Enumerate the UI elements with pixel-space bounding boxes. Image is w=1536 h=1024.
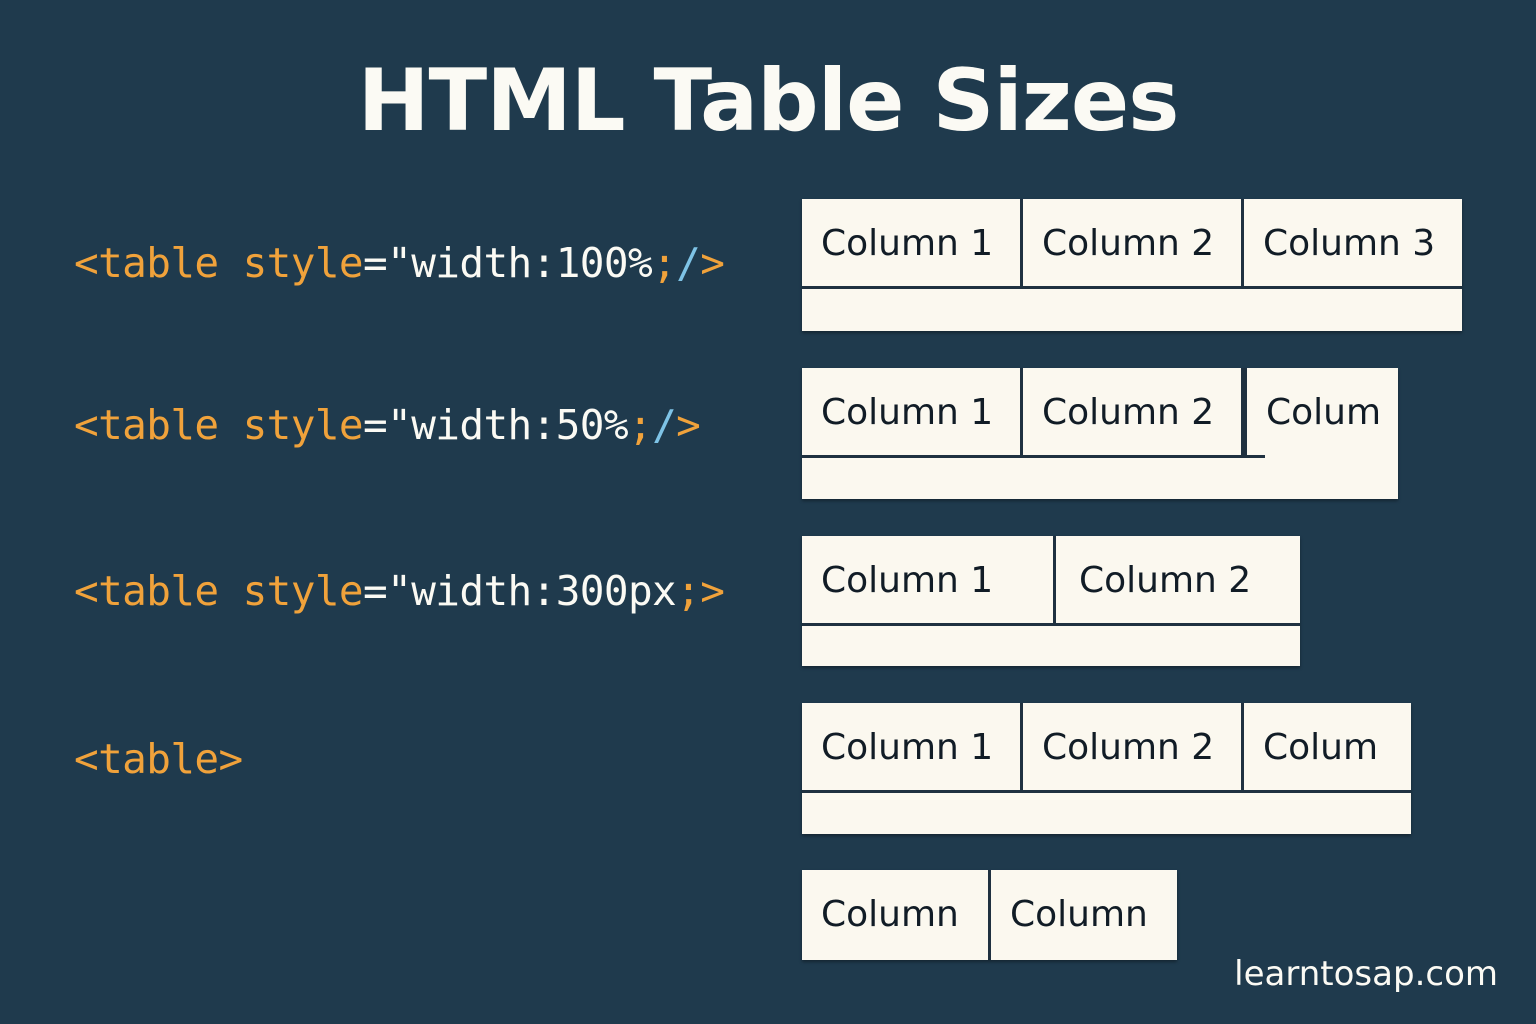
table-header-row: Column 1 Column 2 (802, 536, 1300, 626)
code-close-bracket: > (700, 239, 725, 287)
code-open-tag: <table (74, 567, 219, 615)
table-width-50: Column 1 Column 2 Colum (802, 368, 1398, 499)
header-cell: Column 2 (1023, 368, 1244, 455)
code-close-bracket: > (700, 567, 725, 615)
code-line-width-300px: <table style="width:300px;> (74, 566, 725, 616)
code-line-width-50: <table style="width:50%;/> (74, 400, 701, 450)
code-equals: = (363, 401, 388, 449)
header-cell: Colum (1244, 368, 1398, 458)
code-attr: style (218, 567, 364, 615)
code-line-width-100: <table style="width:100%;/> (74, 238, 725, 288)
header-cell: Column 2 (1023, 199, 1244, 286)
code-equals: = (363, 239, 388, 287)
table-header-row: Column 1 Column 2 Colum (802, 703, 1411, 793)
header-cell: Column 2 (1079, 560, 1252, 601)
code-value: "width:100% (387, 239, 653, 287)
code-attr: style (218, 239, 364, 287)
table-default: Column 1 Column 2 Colum (802, 703, 1411, 834)
header-cell: Column 1 (802, 703, 1023, 790)
code-semicolon: ; (676, 567, 701, 615)
code-value: "width:300px (387, 567, 677, 615)
table-header-row: Column 1 Column 2 (802, 368, 1265, 458)
code-slash: / (676, 239, 701, 287)
code-semicolon: ; (652, 239, 677, 287)
code-equals: = (363, 567, 388, 615)
header-cell: Column 1 (802, 368, 1023, 455)
table-compact: Column Column (802, 870, 1177, 960)
header-cell: Column (802, 870, 991, 960)
code-line-plain-table: <table> (74, 734, 243, 784)
header-cell: Colum (1263, 727, 1379, 768)
code-attr: style (218, 401, 364, 449)
code-value: "width:50% (387, 401, 628, 449)
table-header-row: Column Column (802, 870, 1177, 960)
header-cell: Column (1010, 894, 1148, 935)
code-open-tag: <table (74, 735, 219, 783)
code-open-tag: <table (74, 401, 219, 449)
header-cell: Column 3 (1263, 223, 1436, 264)
header-cell: Column 1 (802, 536, 1056, 623)
table-header-row: Column 1 Column 2 Column 3 (802, 199, 1462, 289)
header-cell: Column 2 (1023, 703, 1244, 790)
code-semicolon: ; (627, 401, 653, 449)
code-close-bracket: > (676, 401, 701, 449)
header-cell: Column 1 (802, 199, 1023, 286)
code-slash: / (652, 401, 677, 449)
table-width-300px: Column 1 Column 2 (802, 536, 1300, 666)
table-width-100: Column 1 Column 2 Column 3 (802, 199, 1462, 331)
code-close-bracket: > (218, 735, 244, 783)
page-title: HTML Table Sizes (357, 51, 1180, 151)
code-open-tag: <table (74, 239, 219, 287)
site-watermark: learntosap.com (1234, 954, 1498, 994)
